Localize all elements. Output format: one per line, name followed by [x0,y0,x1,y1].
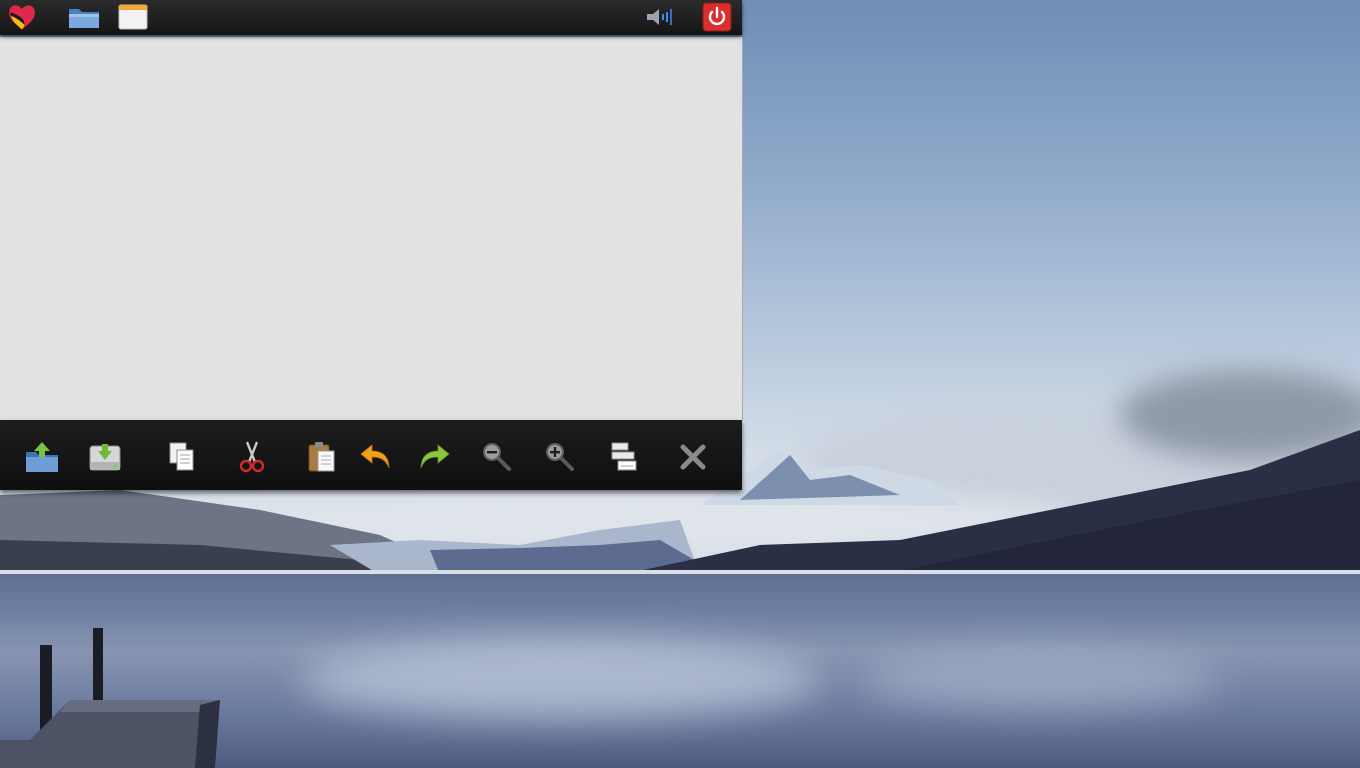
power-icon [702,2,732,32]
app-menu-button[interactable] [6,2,38,32]
redo-arrow-icon [420,444,450,469]
window-list-button[interactable] [117,2,149,32]
select-all-button[interactable] [604,437,644,477]
zoom-in-button[interactable] [540,437,580,477]
file-manager-button[interactable] [68,2,100,32]
clipboard-icon [308,442,335,472]
close-button[interactable] [673,437,713,477]
window-icon [118,4,148,30]
folder-upload-icon [26,442,58,472]
select-all-icon [611,442,637,471]
volume-button[interactable] [644,2,676,32]
editor-canvas[interactable] [0,37,743,420]
folder-icon [69,9,99,28]
power-button[interactable] [701,2,733,32]
open-button[interactable] [22,437,62,477]
top-panel [0,0,742,35]
drive-download-icon [89,444,121,471]
save-button[interactable] [85,437,125,477]
cut-button[interactable] [232,437,272,477]
paste-button[interactable] [301,437,341,477]
close-icon [680,444,706,470]
scissors-icon [239,441,265,473]
heart-logo-icon [9,5,35,30]
redo-button[interactable] [414,437,454,477]
copy-button[interactable] [162,437,202,477]
speaker-icon [647,9,672,25]
undo-button[interactable] [356,437,396,477]
copy-icon [169,442,194,471]
zoom-out-icon [483,443,511,471]
bottom-toolbar [0,420,742,490]
undo-arrow-icon [360,444,390,469]
zoom-out-button[interactable] [477,437,517,477]
zoom-in-icon [546,443,574,471]
